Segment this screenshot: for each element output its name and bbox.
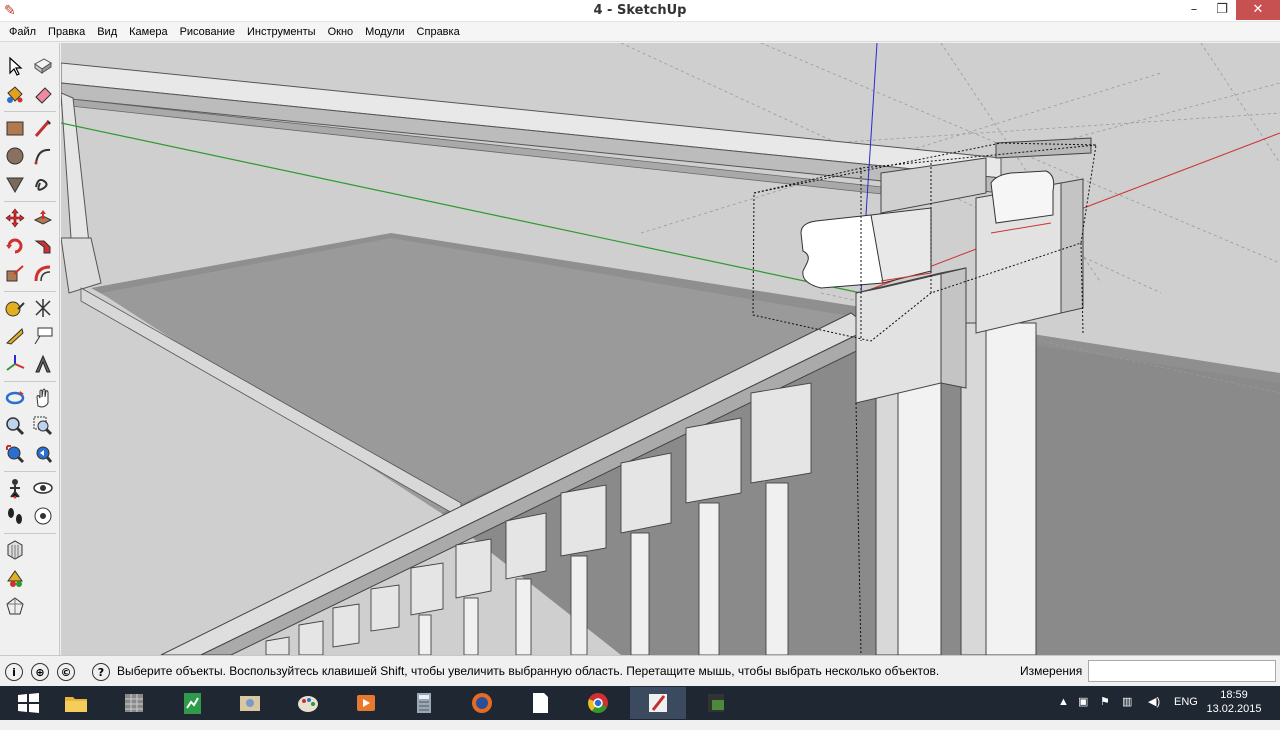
make-component-icon[interactable] [30, 53, 56, 79]
toolbar-separator [4, 111, 56, 112]
geo-location-icon[interactable]: i [5, 663, 23, 681]
menu-window[interactable]: Окно [322, 26, 360, 38]
title-bar: ✎ 4 - SketchUp – ❐ ✕ [0, 0, 1280, 22]
line-icon[interactable] [30, 115, 56, 141]
clock[interactable]: 18:59 13.02.2015 [1200, 688, 1268, 716]
layout-icon[interactable] [688, 687, 744, 719]
window-title: 4 - SketchUp [593, 3, 687, 18]
menu-draw[interactable]: Рисование [174, 26, 241, 38]
media-player-icon[interactable] [338, 687, 394, 719]
tape-measure-icon[interactable] [2, 295, 28, 321]
protractor-icon[interactable] [2, 323, 28, 349]
freehand-icon[interactable] [30, 171, 56, 197]
position-camera-icon[interactable] [2, 475, 28, 501]
menu-file[interactable]: Файл [3, 26, 42, 38]
zoom-extents-icon[interactable] [2, 441, 28, 467]
menu-edit[interactable]: Правка [42, 26, 91, 38]
status-message: Выберите объекты. Воспользуйтесь клавише… [117, 664, 940, 678]
taskbar: ▲ ▣ ⚑ ▥ ◀) ENG 18:59 13.02.2015 [0, 686, 1280, 720]
calculator-icon[interactable] [396, 687, 452, 719]
paint-icon[interactable] [280, 687, 336, 719]
credits-icon[interactable]: ⊕ [31, 663, 49, 681]
circle-icon[interactable] [2, 143, 28, 169]
follow-me-icon[interactable] [30, 233, 56, 259]
3d-text-icon[interactable] [30, 351, 56, 377]
restore-button[interactable]: ❐ [1208, 0, 1236, 20]
sketchup-icon[interactable] [630, 687, 686, 719]
sheets-icon[interactable] [164, 687, 220, 719]
pan-icon[interactable] [30, 385, 56, 411]
warehouse-icon[interactable] [2, 537, 28, 563]
clock-date: 13.02.2015 [1206, 703, 1262, 715]
minimize-button[interactable]: – [1180, 0, 1208, 20]
extension-warehouse-icon[interactable] [2, 565, 28, 591]
model-viewport[interactable] [61, 43, 1280, 655]
zoom-icon[interactable] [2, 413, 28, 439]
look-around-icon[interactable] [30, 475, 56, 501]
volume-icon[interactable]: ◀) [1148, 695, 1160, 729]
document-icon[interactable] [512, 687, 568, 719]
menu-help[interactable]: Справка [411, 26, 466, 38]
action-center-icon[interactable]: ⚑ [1100, 695, 1110, 729]
arc-icon[interactable] [30, 143, 56, 169]
toolbar-separator [4, 471, 56, 472]
walk-icon[interactable] [2, 503, 28, 529]
status-bar: i ⊕ © ? Выберите объекты. Воспользуйтесь… [0, 655, 1280, 685]
measurements-label: Измерения [1020, 664, 1083, 678]
measurements-input[interactable] [1088, 660, 1276, 682]
model-scene[interactable] [61, 43, 1280, 655]
copyright-icon[interactable]: © [57, 663, 75, 681]
menu-bar: Файл Правка Вид Камера Рисование Инструм… [0, 22, 1280, 42]
menu-camera[interactable]: Камера [123, 26, 173, 38]
polygon-icon[interactable] [2, 171, 28, 197]
scale-icon[interactable] [2, 261, 28, 287]
file-explorer-icon[interactable] [48, 687, 104, 719]
rectangle-icon[interactable] [2, 115, 28, 141]
tray-expand-icon[interactable]: ▲ [1058, 696, 1069, 730]
close-button[interactable]: ✕ [1236, 0, 1280, 20]
clock-time: 18:59 [1220, 689, 1248, 701]
instructor-help-icon[interactable]: ? [92, 663, 110, 681]
select-icon[interactable] [2, 53, 28, 79]
text-icon[interactable] [30, 323, 56, 349]
chrome-icon[interactable] [570, 687, 626, 719]
dimension-icon[interactable] [30, 295, 56, 321]
share-model-icon[interactable] [2, 593, 28, 619]
eraser-icon[interactable] [30, 81, 56, 107]
section-plane-icon[interactable] [30, 503, 56, 529]
language-indicator[interactable]: ENG [1174, 696, 1198, 730]
archive-icon[interactable] [106, 687, 162, 719]
orbit-icon[interactable] [2, 385, 28, 411]
zoom-window-icon[interactable] [30, 413, 56, 439]
axes-icon[interactable] [2, 351, 28, 377]
toolbar-separator [4, 381, 56, 382]
menu-view[interactable]: Вид [91, 26, 123, 38]
tray-app-icon[interactable]: ▣ [1078, 695, 1088, 729]
network-icon[interactable]: ▥ [1122, 695, 1132, 729]
toolbar-separator [4, 533, 56, 534]
menu-plugins[interactable]: Модули [359, 26, 410, 38]
large-tool-set [0, 43, 60, 655]
move-icon[interactable] [2, 205, 28, 231]
previous-view-icon[interactable] [30, 441, 56, 467]
push-pull-icon[interactable] [30, 205, 56, 231]
photos-icon[interactable] [222, 687, 278, 719]
menu-tools[interactable]: Инструменты [241, 26, 322, 38]
rotate-icon[interactable] [2, 233, 28, 259]
toolbar-separator [4, 291, 56, 292]
offset-icon[interactable] [30, 261, 56, 287]
paint-bucket-icon[interactable] [2, 81, 28, 107]
toolbar-separator [4, 201, 56, 202]
firefox-icon[interactable] [454, 687, 510, 719]
